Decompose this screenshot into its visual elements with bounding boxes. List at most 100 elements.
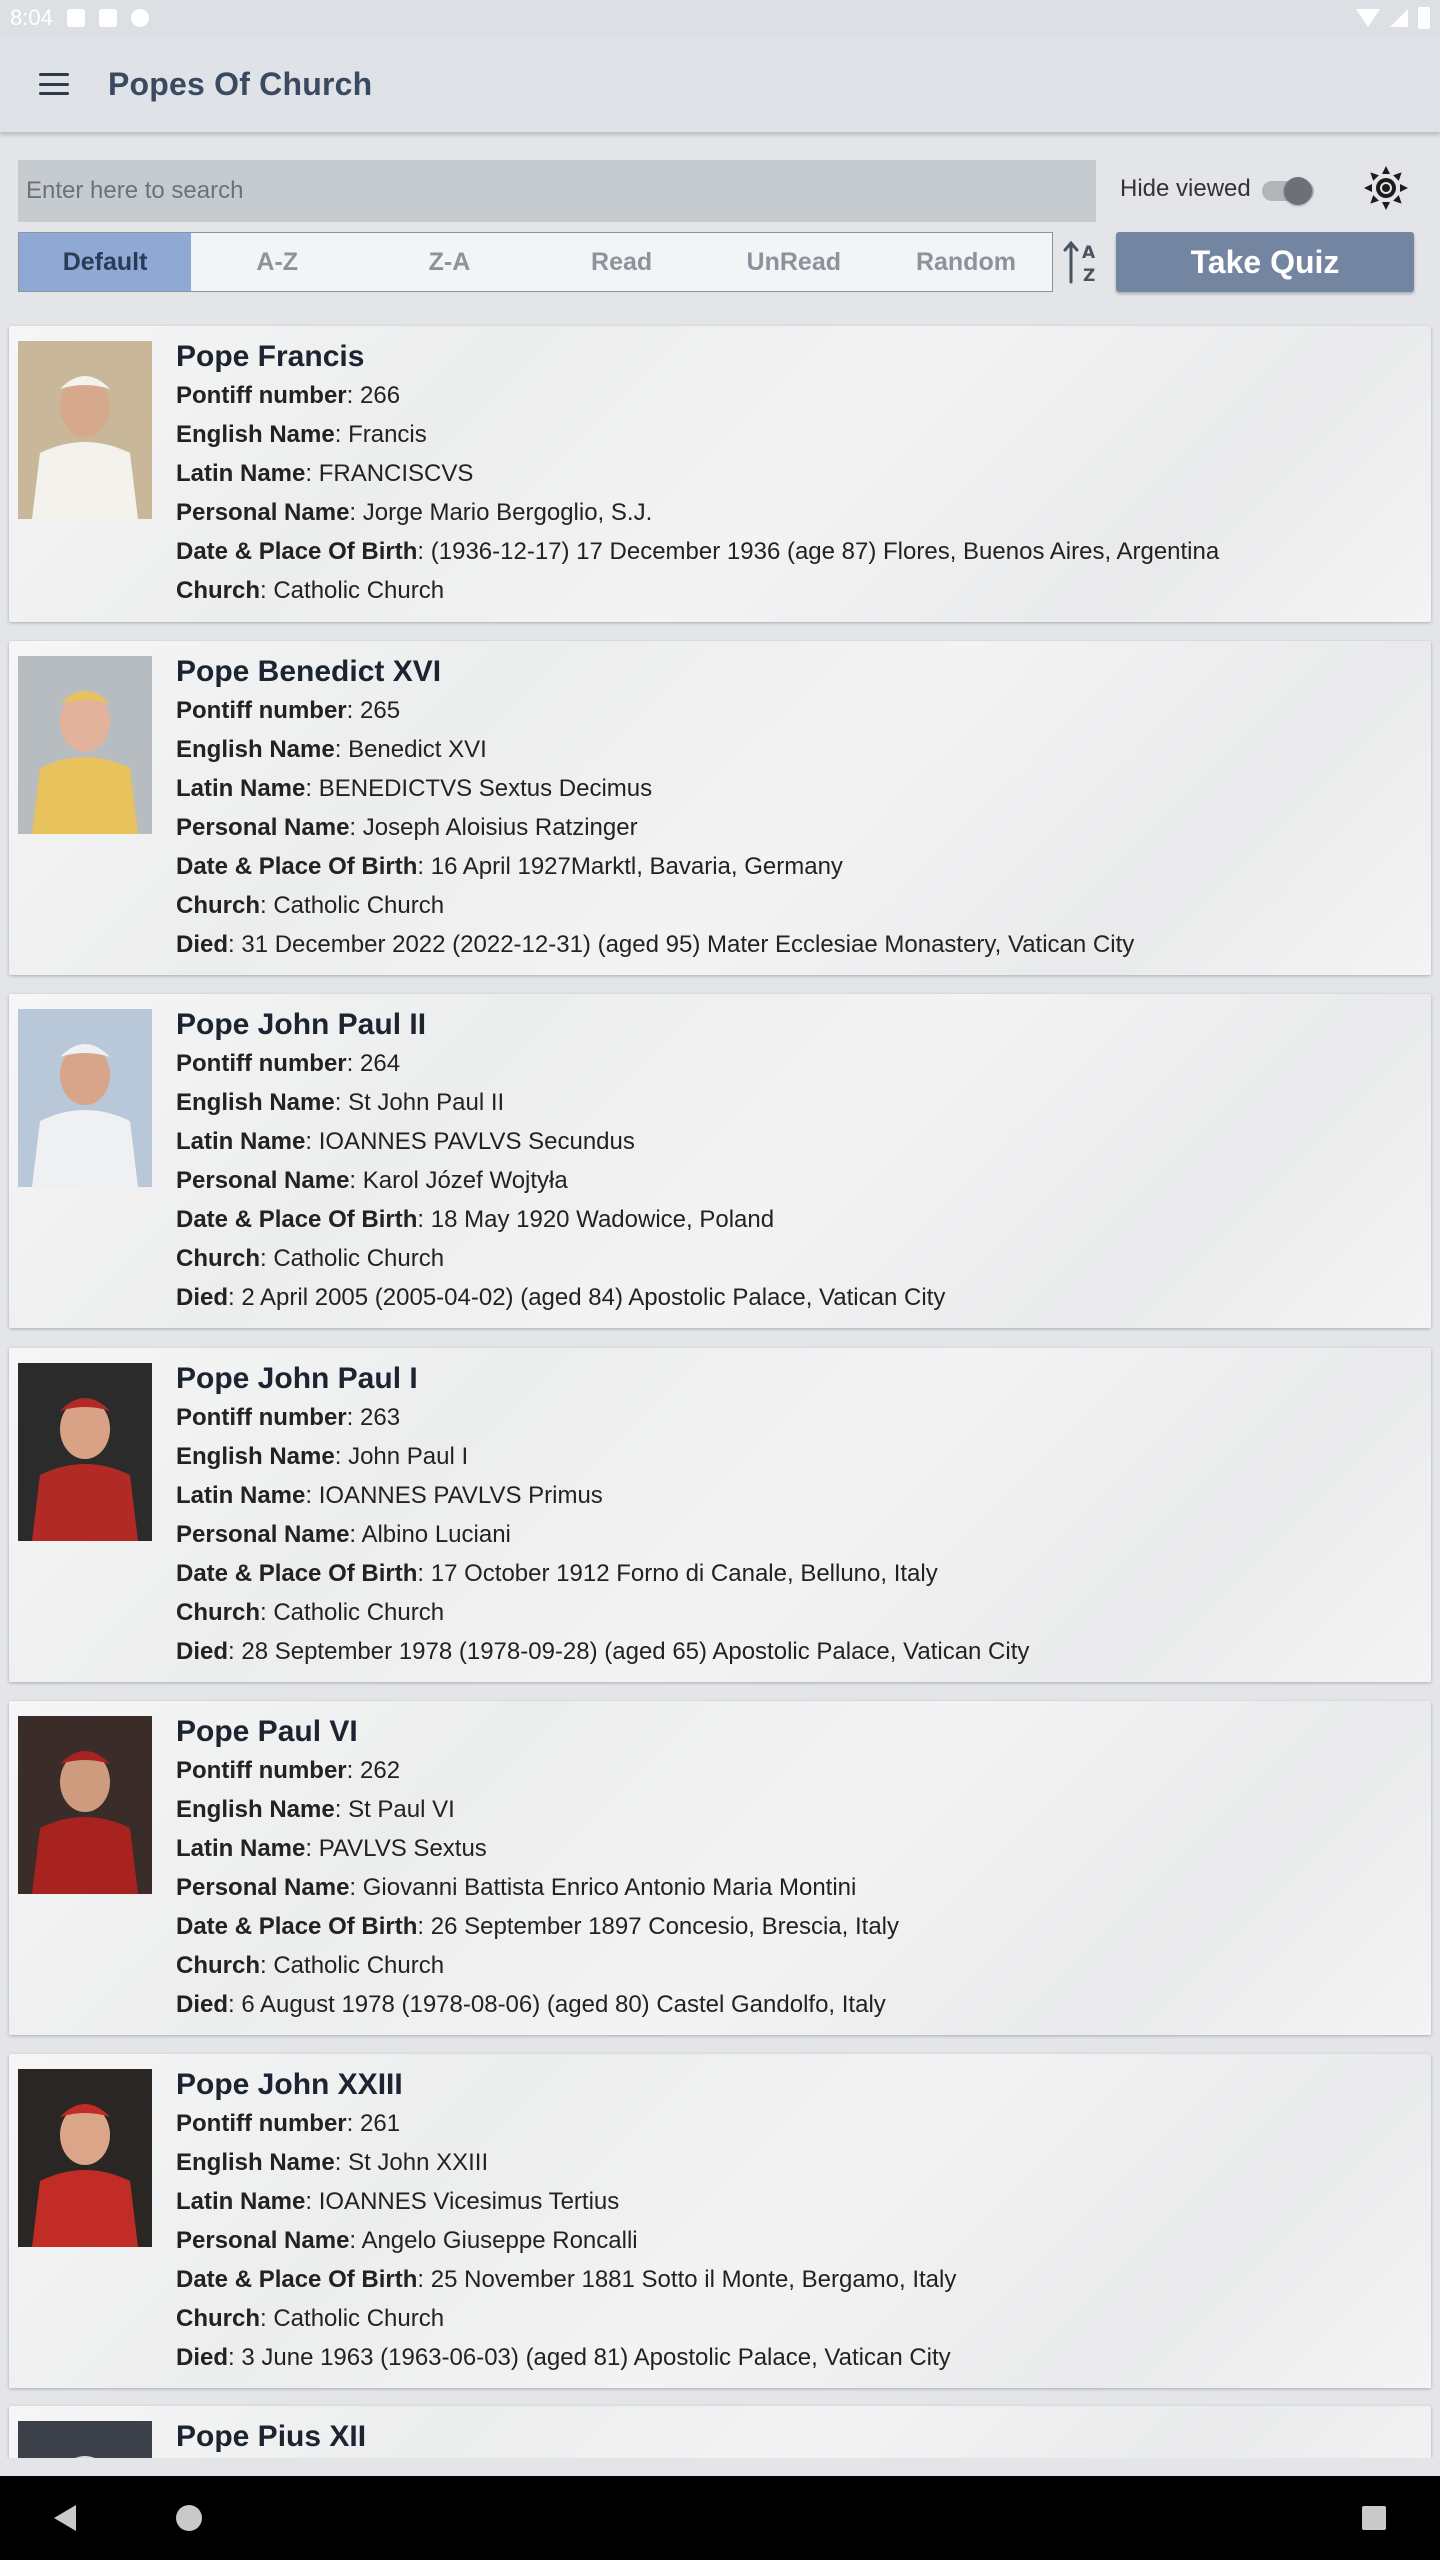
field-died: Died: 3 June 1963 (1963-06-03) (aged 81)… bbox=[176, 2344, 951, 2371]
field-birth: Date & Place Of Birth: 16 April 1927Mark… bbox=[176, 853, 843, 880]
field-label: Church bbox=[176, 892, 260, 919]
back-icon[interactable] bbox=[54, 2505, 76, 2531]
field-value: 18 May 1920 Wadowice, Poland bbox=[430, 1206, 775, 1233]
hide-viewed-toggle[interactable] bbox=[1260, 175, 1318, 205]
field-label: English Name bbox=[176, 2149, 335, 2176]
pope-photo bbox=[18, 1716, 152, 1894]
field-english: English Name: Benedict XVI bbox=[176, 736, 487, 763]
field-value: Albino Luciani bbox=[361, 1521, 511, 1548]
field-label: Personal Name bbox=[176, 499, 350, 526]
field-value: IOANNES Vicesimus Tertius bbox=[318, 2188, 620, 2215]
field-value: 17 October 1912 Forno di Canale, Belluno… bbox=[430, 1560, 938, 1587]
pope-list[interactable]: Pope Francis Pontiff number: 266 English N… bbox=[0, 318, 1440, 2458]
field-label: Date & Place Of Birth bbox=[176, 538, 418, 565]
pope-details: Pope Francis Pontiff number: 266 English N… bbox=[176, 338, 1421, 610]
app-bar: Popes Of Church bbox=[0, 36, 1440, 132]
pope-details: Pope John XXIII Pontiff number: 261 Englis… bbox=[176, 2066, 1421, 2377]
field-value: Catholic Church bbox=[273, 1599, 445, 1626]
search-input[interactable] bbox=[18, 160, 1096, 222]
field-label: Personal Name bbox=[176, 814, 350, 841]
menu-button[interactable] bbox=[0, 36, 108, 132]
home-icon[interactable] bbox=[176, 2505, 202, 2531]
field-label: Church bbox=[176, 2305, 260, 2332]
pope-photo bbox=[18, 1363, 152, 1541]
field-value: 6 August 1978 (1978-08-06) (aged 80) Cas… bbox=[241, 1991, 886, 2018]
pope-card[interactable]: Pope John Paul II Pontiff number: 264 Engl… bbox=[9, 994, 1431, 1328]
pope-name: Pope John XXIII bbox=[176, 2068, 403, 2101]
field-value: (1936-12-17) 17 December 1936 (age 87) F… bbox=[430, 538, 1220, 565]
field-value: Francis bbox=[348, 421, 427, 448]
field-church: Church: Catholic Church bbox=[176, 1245, 445, 1272]
recents-icon[interactable] bbox=[1362, 2506, 1386, 2530]
field-label: English Name bbox=[176, 1796, 335, 1823]
field-value: 31 December 2022 (2022-12-31) (aged 95) … bbox=[241, 931, 1135, 958]
field-value: Benedict XVI bbox=[348, 736, 487, 763]
field-value: 261 bbox=[360, 2110, 401, 2137]
field-label: Latin Name bbox=[176, 1482, 306, 1509]
pope-card[interactable]: Pope John XXIII Pontiff number: 261 Englis… bbox=[9, 2054, 1431, 2388]
field-value: St Paul VI bbox=[348, 1796, 455, 1823]
field-value: 3 June 1963 (1963-06-03) (aged 81) Apost… bbox=[241, 2344, 951, 2371]
sort-tab-random[interactable]: Random bbox=[880, 233, 1052, 291]
field-label: English Name bbox=[176, 1089, 335, 1116]
field-died: Died: 2 April 2005 (2005-04-02) (aged 84… bbox=[176, 1284, 946, 1311]
battery-icon bbox=[1418, 7, 1430, 29]
pope-photo bbox=[18, 341, 152, 519]
svg-text:Z: Z bbox=[1083, 266, 1095, 286]
take-quiz-button[interactable]: Take Quiz bbox=[1116, 232, 1414, 292]
field-value: Catholic Church bbox=[273, 892, 445, 919]
field-birth: Date & Place Of Birth: 26 September 1897… bbox=[176, 1913, 900, 1940]
sort-tab-z-a[interactable]: Z-A bbox=[363, 233, 535, 291]
sd-card-icon bbox=[98, 9, 117, 27]
field-church: Church: Catholic Church bbox=[176, 2305, 445, 2332]
svg-text:A: A bbox=[1082, 243, 1096, 263]
pope-card[interactable]: Pope Benedict XVI Pontiff number: 265 Engl… bbox=[9, 641, 1431, 975]
field-value: Angelo Giuseppe Roncalli bbox=[361, 2227, 638, 2254]
pope-details: Pope Pius XII bbox=[176, 2418, 1421, 2456]
field-value: 264 bbox=[360, 1050, 401, 1077]
sort-tab-a-z[interactable]: A-Z bbox=[191, 233, 363, 291]
field-value: 28 September 1978 (1978-09-28) (aged 65)… bbox=[241, 1638, 1030, 1665]
field-pontiff: Pontiff number: 263 bbox=[176, 1404, 401, 1431]
field-value: IOANNES PAVLVS Secundus bbox=[318, 1128, 635, 1155]
sort-tab-unread[interactable]: UnRead bbox=[708, 233, 880, 291]
field-pontiff: Pontiff number: 262 bbox=[176, 1757, 401, 1784]
field-value: 262 bbox=[360, 1757, 401, 1784]
theme-button[interactable] bbox=[1360, 162, 1412, 214]
pope-card[interactable]: Pope Paul VI Pontiff number: 262 English N… bbox=[9, 1701, 1431, 2035]
field-value: IOANNES PAVLVS Primus bbox=[318, 1482, 603, 1509]
field-value: Catholic Church bbox=[273, 1245, 445, 1272]
pope-card[interactable]: Pope Francis Pontiff number: 266 English N… bbox=[9, 326, 1431, 622]
field-value: Giovanni Battista Enrico Antonio Maria M… bbox=[362, 1874, 857, 1901]
pope-card[interactable]: Pope John Paul I Pontiff number: 263 Engli… bbox=[9, 1348, 1431, 1682]
field-personal: Personal Name: Karol Józef Wojtyła bbox=[176, 1167, 568, 1194]
field-value: Catholic Church bbox=[273, 1952, 445, 1979]
field-latin: Latin Name: BENEDICTVS Sextus Decimus bbox=[176, 775, 653, 802]
field-label: Latin Name bbox=[176, 775, 306, 802]
field-personal: Personal Name: Angelo Giuseppe Roncalli bbox=[176, 2227, 638, 2254]
sort-tab-read[interactable]: Read bbox=[536, 233, 708, 291]
field-label: Latin Name bbox=[176, 1128, 306, 1155]
status-bar: 8:04 bbox=[0, 0, 1440, 36]
field-birth: Date & Place Of Birth: 17 October 1912 F… bbox=[176, 1560, 938, 1587]
page-title: Popes Of Church bbox=[108, 65, 373, 102]
hide-viewed-label: Hide viewed bbox=[1120, 175, 1251, 202]
field-value: St John XXIII bbox=[348, 2149, 489, 2176]
field-pontiff: Pontiff number: 264 bbox=[176, 1050, 401, 1077]
field-latin: Latin Name: IOANNES PAVLVS Secundus bbox=[176, 1128, 635, 1155]
field-label: Pontiff number bbox=[176, 1757, 347, 1784]
field-label: Latin Name bbox=[176, 460, 306, 487]
sort-tab-default[interactable]: Default bbox=[19, 233, 192, 291]
field-birth: Date & Place Of Birth: 25 November 1881 … bbox=[176, 2266, 957, 2293]
field-value: 263 bbox=[360, 1404, 401, 1431]
field-label: Personal Name bbox=[176, 1874, 350, 1901]
field-label: Date & Place Of Birth bbox=[176, 1560, 418, 1587]
pope-name: Pope Paul VI bbox=[176, 1715, 358, 1748]
pope-card[interactable]: Pope Pius XII bbox=[9, 2406, 1431, 2458]
sort-order-button[interactable]: A Z bbox=[1058, 234, 1110, 290]
field-label: Died bbox=[176, 931, 229, 958]
field-label: Church bbox=[176, 1952, 260, 1979]
field-label: Date & Place Of Birth bbox=[176, 1206, 418, 1233]
field-value: St John Paul II bbox=[348, 1089, 505, 1116]
field-value: Catholic Church bbox=[273, 2305, 445, 2332]
